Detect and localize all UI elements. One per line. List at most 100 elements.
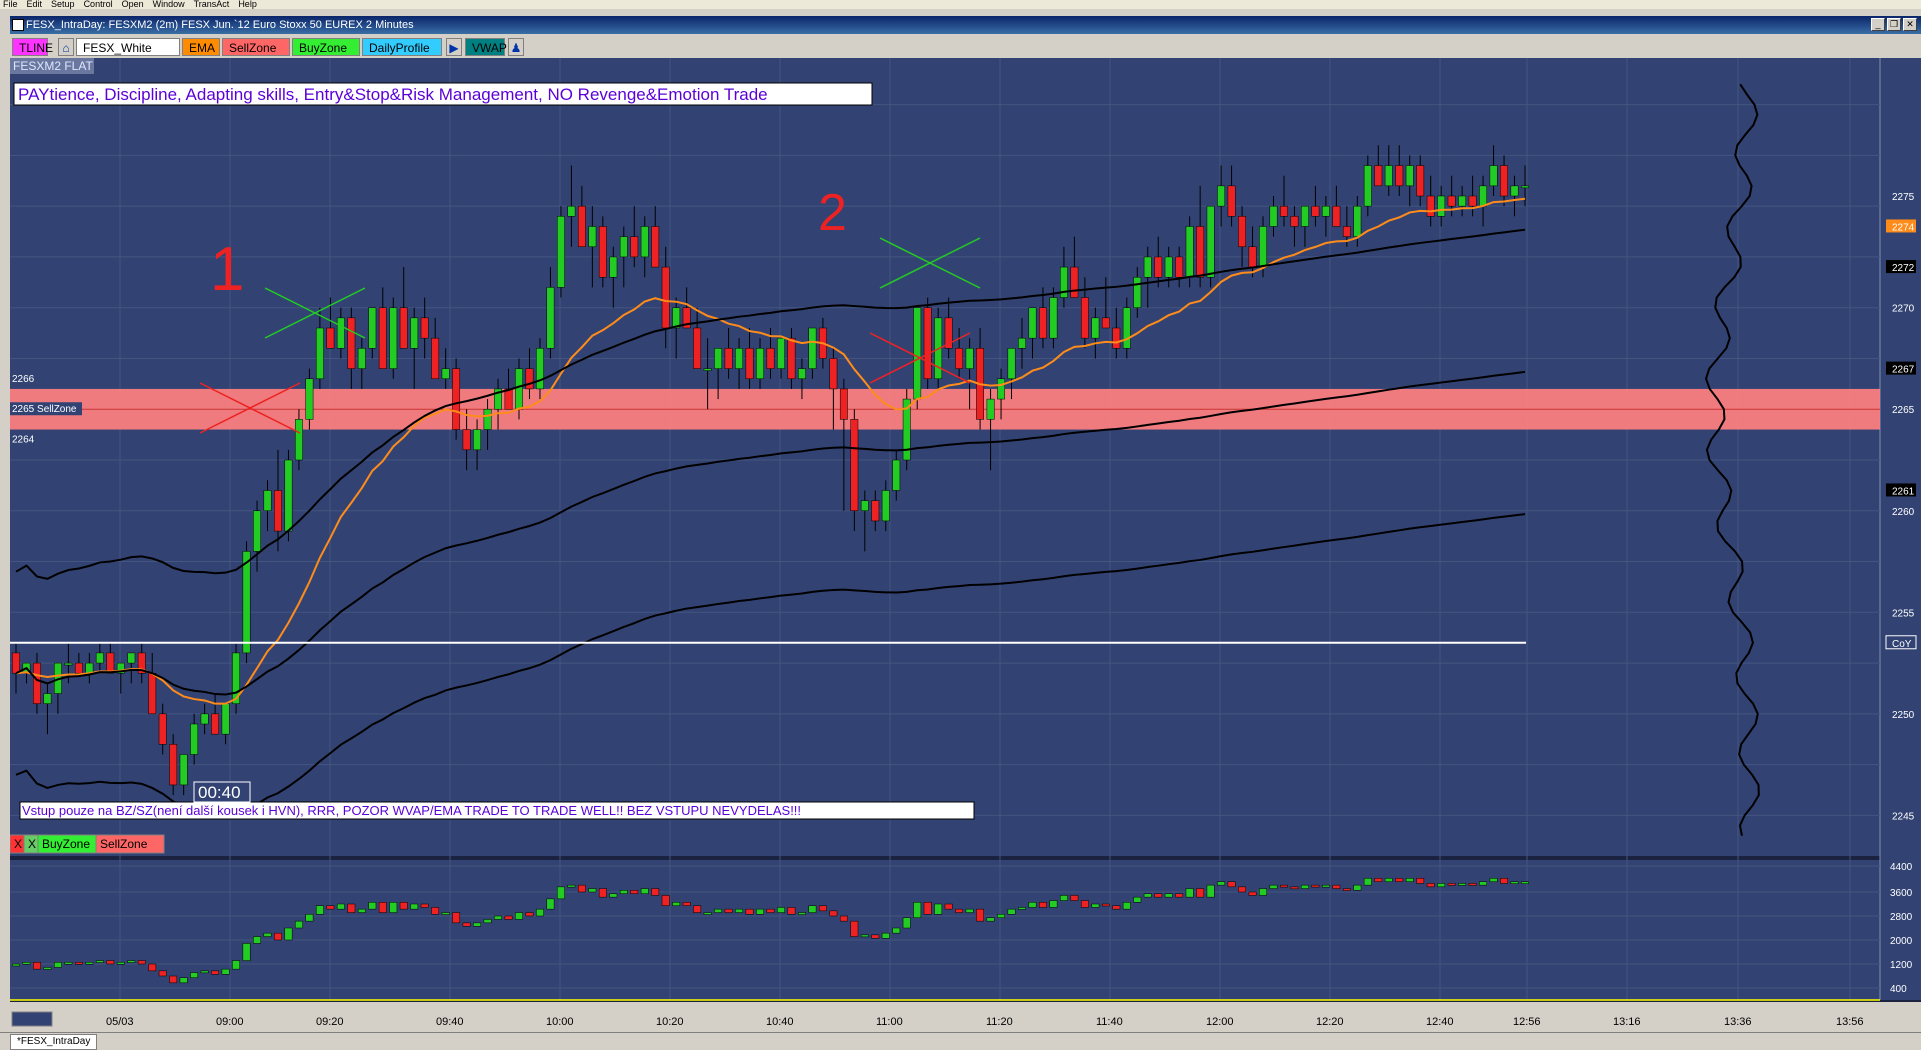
candle-down — [431, 337, 440, 380]
volume-candle — [1521, 881, 1529, 884]
volume-candle — [232, 960, 240, 970]
volume-candle — [923, 902, 932, 915]
volume-candle — [997, 914, 1005, 918]
candle-down — [871, 500, 880, 522]
candle-up — [1405, 165, 1414, 187]
price-axis-label: 2250 — [1892, 710, 1915, 721]
candle-down — [452, 368, 461, 430]
volume-candle — [148, 963, 157, 972]
candle-up — [860, 500, 869, 512]
candle-up — [1091, 317, 1100, 339]
volume-candle — [1122, 902, 1131, 910]
volume-candle — [818, 905, 827, 912]
minimize-button[interactable]: _ — [1871, 18, 1885, 31]
volume-candle — [1175, 893, 1184, 898]
candle-up — [368, 307, 377, 349]
volume-candle — [1426, 883, 1435, 888]
zone-label: 2266 — [12, 374, 35, 385]
play-icon[interactable]: ▶ — [446, 38, 462, 56]
volume-axis-label: 1200 — [1890, 960, 1913, 971]
lower-button-label: X — [28, 837, 36, 851]
candle-down — [1468, 195, 1477, 207]
candle-up — [1269, 205, 1278, 227]
volume-candle — [1185, 888, 1194, 898]
candle-up — [588, 226, 597, 248]
chart-area[interactable]: 1 2 FESXM2 FLAT PAYtience, Discipline, Adap… — [9, 58, 1921, 1030]
toolbar-ema-button[interactable]: EMA — [182, 38, 220, 56]
zone-label: 2265 SellZone — [12, 404, 77, 415]
volume-candle — [85, 962, 94, 965]
menu-file[interactable]: File — [3, 0, 18, 9]
candle-up — [1259, 226, 1267, 268]
restore-button[interactable]: ❐ — [1887, 18, 1901, 31]
candle-up — [714, 348, 723, 369]
menu-setup[interactable]: Setup — [51, 0, 75, 9]
volume-candle — [630, 890, 639, 894]
menu-edit[interactable]: Edit — [27, 0, 43, 9]
volume-candle — [1332, 884, 1341, 889]
candle-up — [1321, 205, 1330, 217]
volume-candle — [756, 908, 764, 915]
volume-candle — [504, 915, 513, 920]
volume-candle — [378, 902, 387, 913]
price-pane[interactable] — [10, 58, 1880, 856]
toolbar-vwap-button[interactable]: VWAP — [465, 38, 507, 56]
menu-open[interactable]: Open — [122, 0, 144, 9]
candle-up — [1353, 205, 1362, 237]
menu-window[interactable]: Window — [153, 0, 185, 9]
volume-axis-label: 4400 — [1890, 862, 1913, 873]
candle-down — [1311, 205, 1320, 217]
time-scroll-thumb[interactable] — [11, 1011, 53, 1027]
candle-down — [661, 266, 670, 329]
volume-candle — [1468, 883, 1477, 886]
volume-candle — [965, 908, 974, 913]
volume-candle — [12, 963, 20, 967]
volume-candle — [860, 934, 869, 938]
volume-axis-label: 400 — [1890, 984, 1907, 995]
workspace-tab[interactable]: *FESX_IntraDay — [10, 1034, 98, 1050]
candle-up — [997, 378, 1005, 400]
volume-candle — [399, 902, 408, 910]
toolbar-tline-button[interactable]: TLINE — [12, 38, 53, 56]
candle-up — [735, 348, 743, 369]
candle-up — [221, 703, 230, 735]
candle-up — [1510, 185, 1519, 197]
toolbar-buyzone-button[interactable]: BuyZone — [292, 38, 360, 56]
candle-up — [1164, 256, 1173, 278]
volume-candle — [1510, 881, 1519, 884]
candle-down — [399, 307, 408, 349]
menu-control[interactable]: Control — [84, 0, 113, 9]
time-axis-label: 09:40 — [436, 1016, 464, 1028]
menu-help[interactable]: Help — [238, 0, 257, 9]
candle-down — [378, 307, 387, 369]
candle-up — [1185, 226, 1194, 278]
home-icon[interactable]: ⌂ — [58, 38, 74, 56]
toolbar-sellzone-button[interactable]: SellZone — [222, 38, 290, 56]
lower-button-label: BuyZone — [42, 837, 90, 851]
candle-up — [295, 419, 303, 461]
close-button[interactable]: ✕ — [1903, 18, 1917, 31]
volume-candle — [1091, 903, 1100, 908]
bottom-note: Vstup pouze na BZ/SZ(není další kousek i… — [22, 803, 801, 818]
time-axis-label: 10:00 — [546, 1016, 574, 1028]
toolbar-dailyprofile-button[interactable]: DailyProfile — [362, 38, 442, 56]
bell-icon[interactable]: ♟ — [508, 38, 524, 56]
volume-candle — [137, 960, 146, 965]
menu-transact[interactable]: TransAct — [194, 0, 230, 9]
candle-down — [955, 348, 964, 369]
toolbar-fesx-white-button[interactable]: FESX_White — [76, 38, 180, 56]
volume-candle — [892, 927, 901, 934]
volume-candle — [1059, 895, 1068, 901]
candle-up — [336, 317, 345, 349]
volume-candle — [284, 927, 293, 941]
candle-up — [1143, 256, 1152, 278]
candle-down — [148, 672, 157, 715]
volume-candle — [1321, 884, 1330, 888]
lower-button-label: SellZone — [100, 837, 148, 851]
price-chart[interactable]: 1 2 FESXM2 FLAT PAYtience, Discipline, Adap… — [9, 58, 1921, 1030]
candle-down — [1426, 195, 1435, 217]
volume-candle — [787, 907, 796, 915]
candle-up — [609, 256, 618, 278]
window-title: FESX_IntraDay: FESXM2 (2m) FESX Jun.`12 … — [26, 19, 414, 31]
candle-up — [410, 317, 419, 349]
